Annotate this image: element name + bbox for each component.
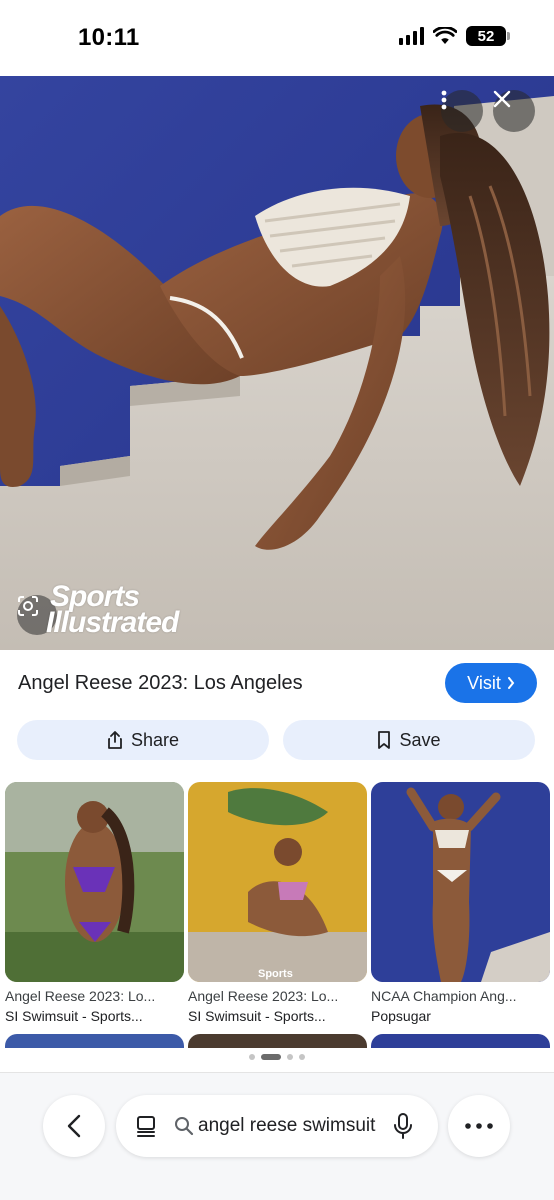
related-source: SI Swimsuit - Sports...	[5, 1008, 143, 1024]
back-icon	[67, 1114, 81, 1138]
related-title: Angel Reese 2023: Lo...	[5, 988, 156, 1004]
image-viewer-page: 10:11 52 Sports Illustrated Angel Reese …	[0, 0, 554, 1200]
save-button[interactable]: Save	[283, 720, 535, 760]
page-dot	[299, 1054, 305, 1060]
related-thumbnail[interactable]: Sports	[188, 782, 367, 982]
search-bar[interactable]: angel reese swimsuit	[116, 1095, 438, 1157]
tabs-icon[interactable]	[134, 1114, 158, 1138]
main-image[interactable]: Sports Illustrated	[0, 76, 554, 650]
wifi-icon	[433, 27, 457, 44]
image-title: Angel Reese 2023: Los Angeles	[18, 672, 303, 694]
battery-level: 52	[477, 27, 495, 45]
battery-icon: 52	[466, 26, 510, 46]
pagination-dots	[0, 1054, 554, 1060]
more-options-button[interactable]	[441, 90, 483, 132]
page-dot	[249, 1054, 255, 1060]
mic-icon[interactable]	[394, 1113, 412, 1139]
related-card-next[interactable]	[188, 1034, 367, 1048]
page-dot-active	[261, 1054, 281, 1060]
related-source: SI Swimsuit - Sports...	[188, 1008, 326, 1024]
more-vert-icon	[441, 90, 447, 110]
bookmark-icon	[378, 731, 391, 749]
related-card[interactable]: Sports Angel Reese 2023: Lo... SI Swimsu…	[188, 782, 367, 1024]
share-label: Share	[130, 729, 180, 750]
visit-label: Visit	[467, 672, 501, 693]
search-icon	[175, 1117, 194, 1136]
search-query[interactable]: angel reese swimsuit	[198, 1115, 378, 1137]
status-icons: 52	[399, 26, 510, 46]
svg-text:Sports: Sports	[258, 968, 293, 980]
more-horiz-icon	[465, 1123, 493, 1129]
related-source: Popsugar	[371, 1008, 431, 1024]
chevron-right-icon	[507, 677, 515, 689]
related-card[interactable]: Angel Reese 2023: Lo... SI Swimsuit - Sp…	[5, 782, 184, 1024]
related-thumbnail[interactable]	[371, 782, 550, 982]
related-card-next[interactable]	[371, 1034, 550, 1048]
photo-illustration	[0, 76, 554, 650]
more-menu-button[interactable]	[448, 1095, 510, 1157]
related-card[interactable]: NCAA Champion Ang... Popsugar	[371, 782, 550, 1024]
close-button[interactable]	[493, 90, 535, 132]
status-time: 10:11	[78, 24, 140, 51]
lens-icon	[18, 596, 38, 616]
related-title: NCAA Champion Ang...	[371, 988, 517, 1004]
share-icon	[108, 731, 122, 749]
related-card-next[interactable]	[5, 1034, 184, 1048]
close-icon	[493, 90, 511, 108]
page-dot	[287, 1054, 293, 1060]
status-bar: 10:11 52	[0, 0, 554, 76]
back-button[interactable]	[43, 1095, 105, 1157]
related-thumbnail[interactable]	[5, 782, 184, 982]
related-title: Angel Reese 2023: Lo...	[188, 988, 339, 1004]
signal-icon	[399, 27, 424, 45]
visit-button[interactable]: Visit	[445, 663, 537, 703]
watermark-logo: Sports Illustrated	[46, 580, 179, 639]
share-button[interactable]: Share	[17, 720, 269, 760]
bottom-toolbar: angel reese swimsuit	[0, 1072, 554, 1200]
save-label: Save	[399, 729, 441, 750]
